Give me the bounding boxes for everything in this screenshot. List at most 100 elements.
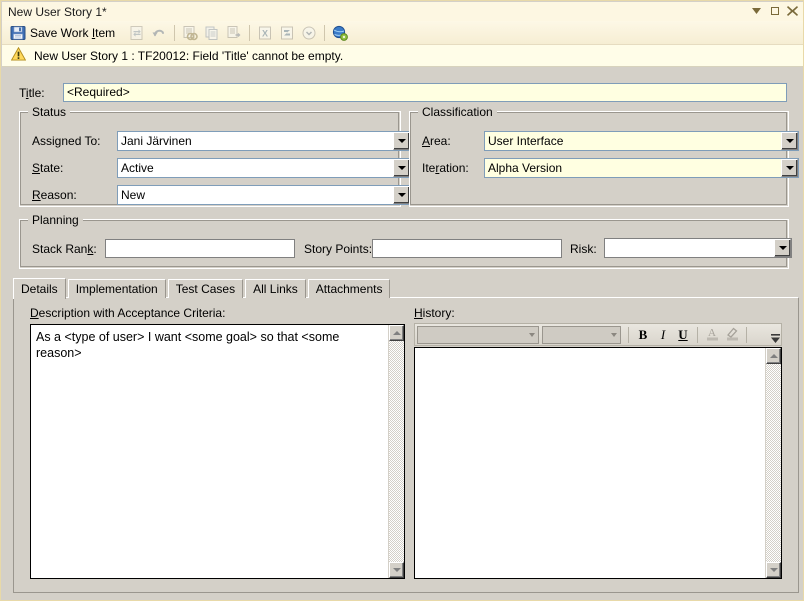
history-text[interactable]: [415, 348, 765, 578]
work-item-tabs: Details Implementation Test Cases All Li…: [13, 278, 799, 299]
toolbar-separator: [174, 24, 176, 41]
validation-warning-bar: New User Story 1 : TF20012: Field 'Title…: [2, 45, 803, 67]
svg-text:A: A: [708, 327, 716, 339]
area-combo[interactable]: User Interface: [484, 131, 799, 151]
project-icon: [279, 25, 295, 41]
help-button[interactable]: [329, 23, 351, 43]
link-to-icon: [182, 25, 198, 41]
history-scroll-down-icon[interactable]: [766, 562, 781, 578]
iteration-label: Iteration:: [422, 161, 469, 175]
details-tab-panel: Description with Acceptance Criteria: As…: [13, 297, 799, 593]
close-icon[interactable]: [786, 4, 799, 17]
title-label: Title:: [19, 86, 45, 100]
description-scroll-down-icon[interactable]: [389, 562, 404, 578]
risk-dropdown-icon[interactable]: [774, 239, 791, 257]
copy-icon: [204, 25, 220, 41]
reason-value: New: [121, 188, 146, 202]
tab-details[interactable]: Details: [13, 278, 66, 299]
svg-text:X: X: [262, 28, 268, 38]
description-label: Description with Acceptance Criteria:: [30, 306, 226, 320]
state-combo[interactable]: Active: [117, 158, 411, 178]
refresh-button[interactable]: [126, 23, 148, 43]
font-color-button[interactable]: A: [702, 325, 722, 344]
open-in-project-button[interactable]: [276, 23, 298, 43]
excel-icon: X: [257, 25, 273, 41]
font-family-caret-icon[interactable]: [529, 332, 535, 337]
area-dropdown-icon[interactable]: [781, 132, 798, 150]
font-size-combo[interactable]: [542, 325, 621, 344]
bold-button[interactable]: B: [633, 325, 653, 344]
assigned-to-dropdown-icon[interactable]: [393, 132, 410, 150]
save-work-item-button[interactable]: Save Work Item: [7, 23, 118, 43]
tab-test-cases-label: Test Cases: [175, 282, 236, 296]
highlight-button[interactable]: [722, 325, 742, 344]
undo-button[interactable]: [148, 23, 170, 43]
assigned-to-label: Assigned To:: [32, 134, 101, 148]
iteration-dropdown-icon[interactable]: [781, 159, 798, 177]
tab-test-cases[interactable]: Test Cases: [167, 279, 244, 298]
history-editor[interactable]: [414, 347, 782, 579]
title-input[interactable]: <Required>: [63, 83, 787, 102]
history-format-toolbar: B I U A: [414, 323, 782, 346]
status-group-legend: Status: [28, 105, 71, 119]
risk-combo[interactable]: [604, 238, 792, 258]
reason-label: Reason:: [32, 188, 77, 202]
history-scrollbar[interactable]: [765, 348, 781, 578]
link-to-button[interactable]: [179, 23, 201, 43]
description-scroll-up-icon[interactable]: [389, 325, 404, 341]
description-text[interactable]: As a <type of user> I want <some goal> s…: [31, 325, 388, 578]
underline-button[interactable]: U: [673, 325, 693, 344]
planning-group-legend: Planning: [28, 213, 83, 227]
tab-implementation-label: Implementation: [75, 282, 158, 296]
validation-warning-text: New User Story 1 : TF20012: Field 'Title…: [34, 48, 344, 63]
work-item-toolbar: Save Work Item X: [2, 21, 803, 45]
maximize-restore-icon[interactable]: [768, 4, 781, 17]
history-scroll-up-icon[interactable]: [766, 348, 781, 364]
reason-dropdown-icon[interactable]: [393, 186, 410, 204]
risk-label: Risk:: [570, 242, 597, 256]
planning-group: Planning Stack Rank: Story Points: Risk:: [19, 213, 792, 269]
window-title: New User Story 1*: [8, 4, 107, 19]
assigned-to-value: Jani Järvinen: [121, 134, 192, 148]
assigned-to-combo[interactable]: Jani Järvinen: [117, 131, 411, 151]
tab-all-links[interactable]: All Links: [245, 279, 306, 298]
risk-value: [605, 239, 774, 257]
story-points-input[interactable]: [372, 239, 562, 258]
state-label: State:: [32, 161, 64, 175]
reason-combo[interactable]: New: [117, 185, 411, 205]
iteration-value: Alpha Version: [488, 161, 563, 175]
font-size-caret-icon[interactable]: [611, 332, 617, 337]
copy-button[interactable]: [201, 23, 223, 43]
work-item-window: New User Story 1* Save Work Item X New U…: [0, 0, 804, 601]
format-toolbar-overflow-icon[interactable]: [769, 324, 781, 345]
tab-implementation[interactable]: Implementation: [67, 279, 166, 298]
save-icon: [10, 25, 26, 41]
tab-attachments-label: Attachments: [315, 282, 383, 296]
tab-attachments[interactable]: Attachments: [307, 279, 391, 298]
copy-to-clipboard-button[interactable]: [223, 23, 245, 43]
undo-icon: [151, 25, 167, 41]
classification-group-legend: Classification: [418, 105, 497, 119]
window-menu-caret-icon[interactable]: [750, 4, 763, 17]
window-titlebar: New User Story 1*: [2, 2, 803, 21]
font-family-combo[interactable]: [417, 325, 539, 344]
refresh-icon: [129, 25, 145, 41]
state-dropdown-icon[interactable]: [393, 159, 410, 177]
format-toolbar-separator: [746, 326, 747, 343]
history-label: History:: [414, 306, 455, 320]
save-work-item-label: Save Work Item: [30, 25, 116, 40]
open-in-excel-button[interactable]: X: [254, 23, 276, 43]
format-toolbar-separator: [697, 326, 698, 343]
history-button[interactable]: [298, 23, 320, 43]
story-points-label: Story Points:: [304, 242, 373, 256]
status-group: Status Assigned To: Jani Järvinen State:…: [19, 105, 411, 207]
iteration-combo[interactable]: Alpha Version: [484, 158, 799, 178]
stack-rank-input[interactable]: [105, 239, 295, 258]
format-toolbar-separator: [628, 326, 629, 343]
font-color-icon: A: [704, 325, 721, 345]
tab-details-label: Details: [21, 282, 58, 296]
italic-button[interactable]: I: [653, 325, 673, 344]
help-icon: [332, 25, 349, 41]
description-editor[interactable]: As a <type of user> I want <some goal> s…: [30, 324, 405, 579]
description-scrollbar[interactable]: [388, 325, 404, 578]
